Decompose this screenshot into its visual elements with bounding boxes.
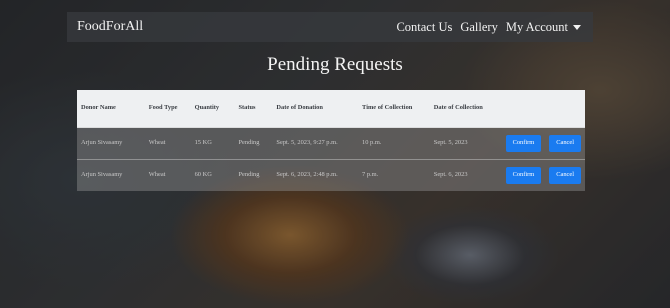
pending-requests-table: Donor Name Food Type Quantity Status Dat…	[77, 90, 585, 191]
cancel-button[interactable]: Cancel	[549, 167, 581, 184]
confirm-button[interactable]: Confirm	[505, 167, 542, 184]
cell-food-type: Wheat	[148, 171, 166, 179]
cell-quantity: 60 KG	[194, 171, 212, 179]
confirm-button[interactable]: Confirm	[505, 135, 542, 152]
table-row: Arjun Sivasamy Wheat 15 KG Pending Sept.…	[77, 127, 585, 160]
cell-cancel: Cancel	[545, 160, 585, 192]
cell-donor-name: Arjun Sivasamy	[81, 139, 123, 147]
cell-confirm: Confirm	[502, 160, 546, 192]
page-title: Pending Requests	[267, 54, 403, 75]
nav-my-account[interactable]: My Account	[506, 20, 581, 35]
cell-quantity: 15 KG	[194, 139, 212, 147]
header-cancel	[545, 90, 585, 128]
cell-time-of-collection: 7 p.m.	[362, 171, 379, 179]
cell-time-of-collection: 10 p.m.	[362, 139, 382, 147]
requests-table-container: Donor Name Food Type Quantity Status Dat…	[77, 90, 585, 191]
nav-contact-us[interactable]: Contact Us	[396, 20, 452, 35]
cell-cancel: Cancel	[545, 128, 585, 160]
header-quantity: Quantity	[194, 104, 220, 112]
cell-food-type: Wheat	[148, 139, 166, 147]
nav-my-account-label: My Account	[505, 19, 568, 34]
header-date-of-collection: Date of Collection	[433, 104, 483, 112]
table-row: Arjun Sivasamy Wheat 60 KG Pending Sept.…	[77, 159, 585, 192]
navbar: FoodForAll Contact Us Gallery My Account	[67, 12, 593, 42]
brand-logo[interactable]: FoodForAll	[77, 19, 143, 35]
cell-date-of-donation: Sept. 5, 2023, 9:27 p.m.	[276, 139, 338, 147]
header-donor-name: Donor Name	[81, 104, 116, 112]
header-confirm	[502, 90, 546, 128]
cell-donor-name: Arjun Sivasamy	[81, 171, 123, 179]
header-status: Status	[238, 104, 256, 112]
caret-down-icon	[573, 25, 581, 31]
table-header-row: Donor Name Food Type Quantity Status Dat…	[77, 90, 585, 128]
header-food-type: Food Type	[148, 104, 178, 112]
cell-date-of-collection: Sept. 5, 2023	[433, 139, 468, 147]
nav-links: Contact Us Gallery My Account	[396, 20, 581, 35]
header-date-of-donation: Date of Donation	[276, 104, 323, 112]
nav-gallery[interactable]: Gallery	[460, 20, 497, 35]
cancel-button[interactable]: Cancel	[549, 135, 581, 152]
header-time-of-collection: Time of Collection	[362, 104, 413, 112]
cell-date-of-collection: Sept. 6, 2023	[433, 171, 468, 179]
cell-confirm: Confirm	[502, 128, 546, 160]
cell-status: Pending	[238, 171, 260, 179]
cell-date-of-donation: Sept. 6, 2023, 2:48 p.m.	[276, 171, 338, 179]
cell-status: Pending	[238, 139, 260, 147]
